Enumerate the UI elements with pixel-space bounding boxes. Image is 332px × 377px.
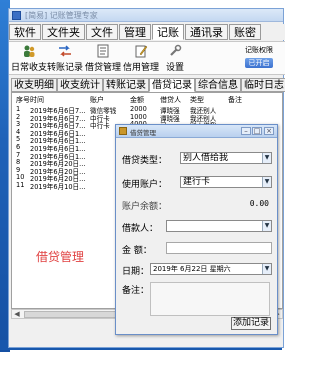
transfer-record-label: 转账记录 <box>47 63 84 73</box>
chevron-down-icon[interactable]: ▼ <box>262 264 271 274</box>
scroll-left-icon[interactable]: ◀ <box>13 311 21 318</box>
date-value: 2019年 6月22日 星期六 <box>153 265 231 273</box>
menu-item[interactable]: 记账 <box>152 24 184 40</box>
wrench-icon <box>170 44 182 56</box>
chevron-down-icon[interactable]: ▼ <box>262 177 271 187</box>
app-icon <box>12 11 21 20</box>
account-select[interactable]: 建行卡 ▼ <box>180 176 272 188</box>
sub-tab[interactable]: 综合信息 <box>195 78 241 92</box>
daily-income-expense-label: 日常收支 <box>11 63 48 73</box>
sub-tab[interactable]: 收支统计 <box>57 78 103 92</box>
menu-item[interactable]: 账密 <box>229 24 261 40</box>
dialog-app-icon <box>119 127 127 135</box>
column-header[interactable]: 时间 <box>30 95 44 105</box>
menu-bar: 软件 文件夹 文件 管理 记账 通讯录 账密 <box>9 24 285 40</box>
pen-icon <box>135 45 148 58</box>
dialog-title-bar: 借贷管理 – □ × <box>116 125 277 138</box>
person-select[interactable]: ▼ <box>166 220 272 232</box>
sub-tab[interactable]: 临时日志 <box>241 78 285 92</box>
menu-item[interactable]: 文件夹 <box>42 24 85 40</box>
settings-button[interactable]: 设置 <box>161 44 189 73</box>
people-icon <box>24 45 35 57</box>
table-header: 序号 时间 账户 金额 借贷人 类型 备注 <box>16 95 280 104</box>
toolbar: 日常收支 转账记录 借贷管理 信用管理 设置 记账权限 已开启 <box>9 41 285 75</box>
record-permission-label: 记账权限 <box>245 46 273 54</box>
loan-type-label: 借贷类型： <box>122 156 168 166</box>
chevron-down-icon[interactable]: ▼ <box>262 153 271 163</box>
transfer-record-button[interactable]: 转账记录 <box>47 44 83 73</box>
close-icon[interactable]: × <box>264 127 274 135</box>
menu-item[interactable]: 软件 <box>9 24 41 40</box>
minimize-icon[interactable]: – <box>241 127 251 135</box>
column-header[interactable]: 类型 <box>190 95 204 105</box>
date-picker[interactable]: 2019年 6月22日 星期六 ▼ <box>150 263 272 275</box>
maximize-icon[interactable]: □ <box>252 127 262 135</box>
menu-item[interactable]: 通讯录 <box>185 24 228 40</box>
loan-management-watermark: 借贷管理 <box>36 250 85 264</box>
document-icon <box>97 44 109 58</box>
column-header[interactable]: 借贷人 <box>160 95 181 105</box>
dialog-body: 借贷类型： 别人借给我 ▼ 使用账户： 建行卡 ▼ 账户余额： 0.00 借款人… <box>116 139 277 334</box>
table-cell: 2019年6月10日... <box>30 183 86 191</box>
settings-label: 设置 <box>165 63 184 73</box>
menu-item[interactable]: 文件 <box>86 24 118 40</box>
add-record-button[interactable]: 添加记录 <box>231 317 271 330</box>
loan-management-dialog: 借贷管理 – □ × 借贷类型： 别人借给我 ▼ 使用账户： 建行卡 ▼ 账户余… <box>115 124 278 335</box>
loan-type-value: 别人借给我 <box>183 153 229 163</box>
column-header[interactable]: 金额 <box>130 95 144 105</box>
record-permission-toggle[interactable]: 已开启 <box>245 58 273 68</box>
note-textarea[interactable] <box>150 282 270 316</box>
note-label: 备注： <box>122 286 150 296</box>
column-header[interactable]: 备注 <box>228 95 242 105</box>
loan-management-label: 借贷管理 <box>85 63 122 73</box>
amount-input[interactable] <box>166 242 272 254</box>
transfer-icon <box>59 45 71 57</box>
loan-type-select[interactable]: 别人借给我 ▼ <box>180 152 272 164</box>
date-label: 日期： <box>122 267 150 277</box>
account-value: 建行卡 <box>183 177 211 187</box>
sub-tab[interactable]: 收支明细 <box>11 78 57 92</box>
daily-income-expense-button[interactable]: 日常收支 <box>11 44 47 73</box>
menu-item[interactable]: 管理 <box>119 24 151 40</box>
sub-tab[interactable]: 转账记录 <box>103 78 149 92</box>
loan-management-button[interactable]: 借贷管理 <box>85 44 121 73</box>
sub-tabs: 收支明细 收支统计 转账记录 借贷记录 综合信息 临时日志 <box>11 78 285 92</box>
credit-management-label: 信用管理 <box>123 63 160 73</box>
sub-tab[interactable]: 借贷记录 <box>149 78 195 92</box>
window-title: [简易] 记账管理专家 <box>25 11 98 20</box>
account-label: 使用账户： <box>122 180 168 190</box>
table-cell: 11 <box>16 181 25 189</box>
balance-value: 0.00 <box>249 199 269 208</box>
column-header[interactable]: 序号 <box>16 95 30 105</box>
person-label: 借款人： <box>122 224 159 234</box>
dialog-title: 借贷管理 <box>130 129 156 137</box>
column-header[interactable]: 账户 <box>90 95 104 105</box>
credit-management-button[interactable]: 信用管理 <box>123 44 159 73</box>
record-permission: 记账权限 已开启 <box>239 45 279 68</box>
main-title-bar: [简易] 记账管理专家 <box>9 9 283 22</box>
balance-label: 账户余额： <box>122 202 168 212</box>
amount-label: 金 额： <box>122 246 152 256</box>
chevron-down-icon[interactable]: ▼ <box>262 221 271 231</box>
